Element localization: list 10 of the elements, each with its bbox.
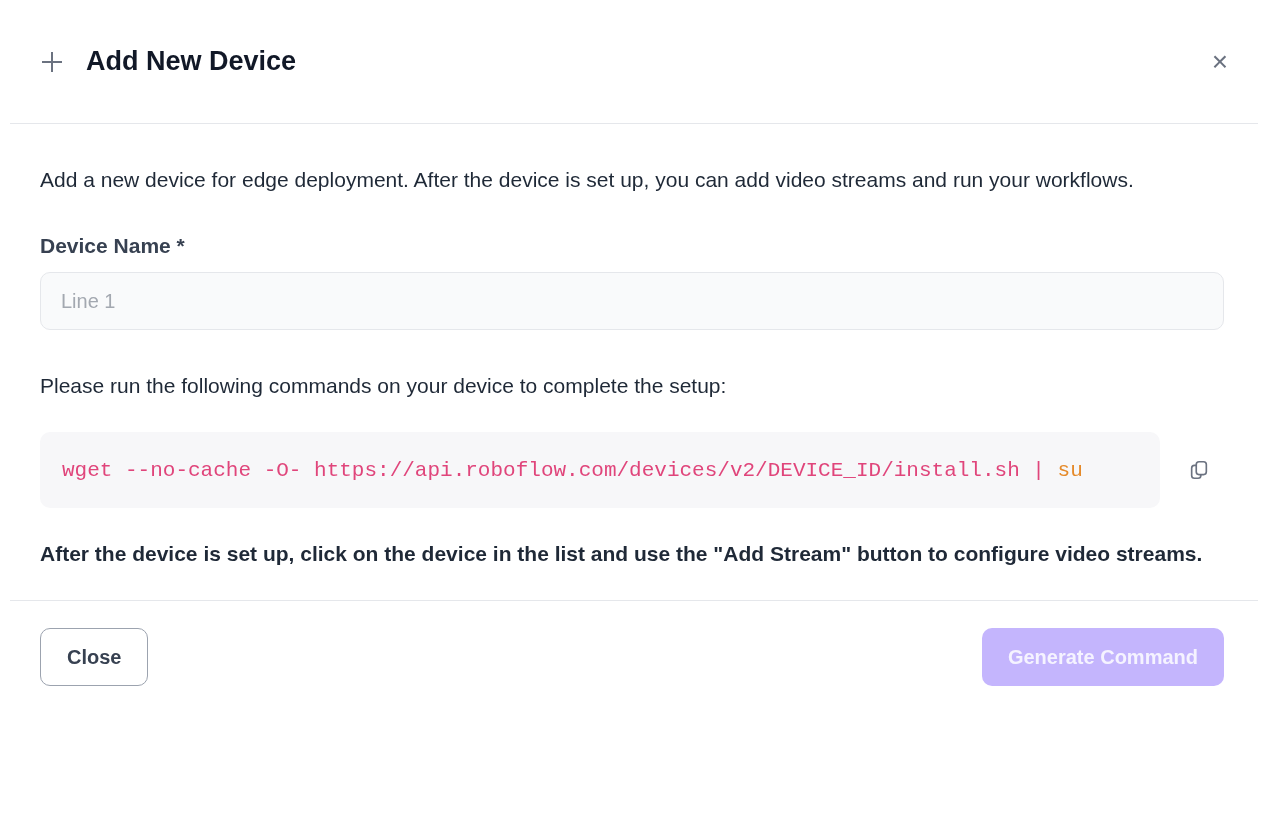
instruction-text: Please run the following commands on your device to complete the setup: (40, 373, 728, 399)
device-name-field[interactable]: Line 1 (40, 272, 1224, 330)
note-text: After the device is set up, click on the device in the list and use the "Add Stream" button to configure video streams. (40, 541, 1204, 567)
close-button[interactable]: Close (40, 628, 149, 686)
dialog-title: Add New Device (86, 46, 298, 77)
close-button[interactable]: × (1211, 45, 1228, 78)
command-code-block: wget --no-cache -O- https://api.roboflow.com/devices/v2/DEVICE_ID/install.sh | su (40, 432, 1160, 508)
description-text: Add a new device for edge deployment. After the device is set up, you can add video streams and run your workflows. (40, 167, 1135, 193)
field-label: Device Name * (40, 234, 186, 258)
plus-icon (40, 49, 64, 74)
